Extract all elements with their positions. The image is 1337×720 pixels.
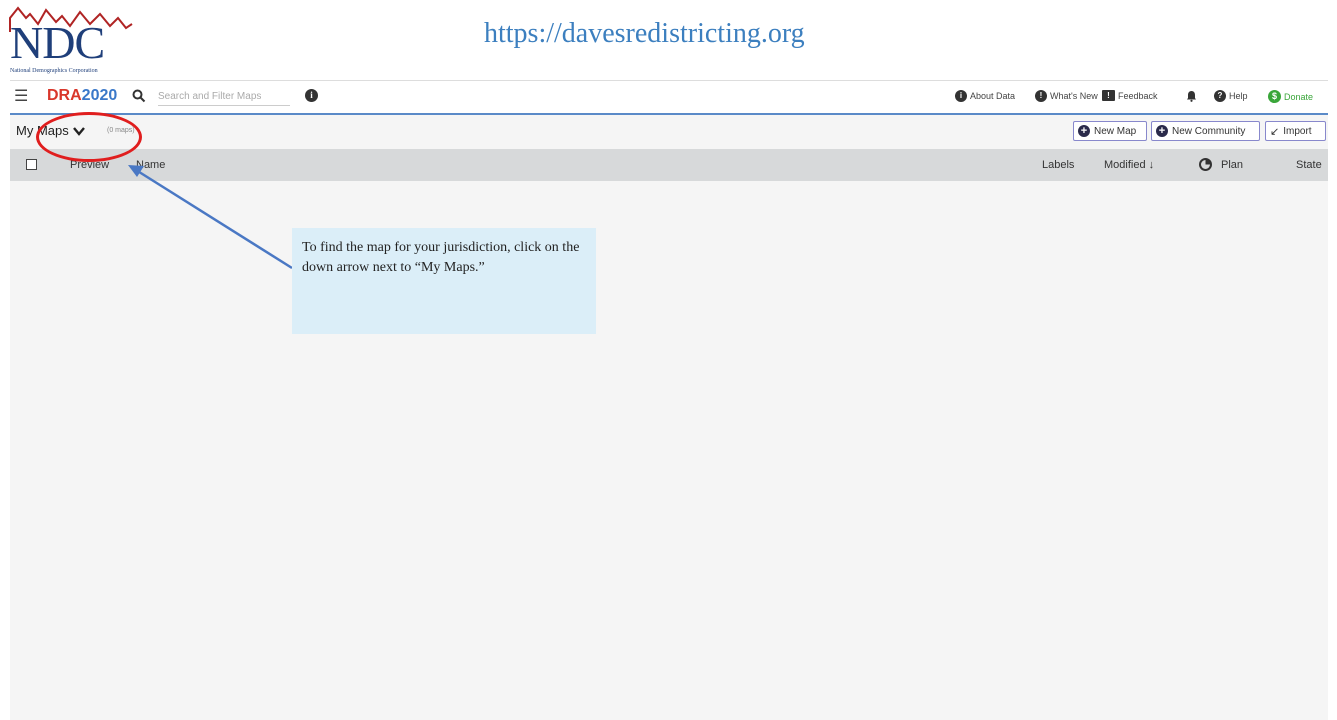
whats-new-label: What's New	[1050, 91, 1098, 101]
about-data-link[interactable]: i About Data	[955, 90, 1015, 102]
column-name[interactable]: Name	[136, 159, 165, 171]
feedback-icon: !	[1102, 90, 1115, 101]
about-data-label: About Data	[970, 91, 1016, 101]
help-label: Help	[1229, 91, 1248, 101]
feedback-label: Feedback	[1118, 90, 1158, 101]
info-icon[interactable]: i	[305, 89, 318, 102]
dra-logo[interactable]: DRA2020	[47, 87, 117, 105]
new-community-button[interactable]: + New Community	[1151, 121, 1260, 141]
new-map-label: New Map	[1094, 125, 1137, 137]
ndc-logo-text: NDC	[10, 17, 105, 68]
donate-label: Donate	[1284, 91, 1314, 102]
select-all-checkbox[interactable]	[26, 159, 37, 170]
whats-new-link[interactable]: ! What's New	[1035, 90, 1098, 102]
top-navbar: ☰ DRA2020 i i About Data ! What's New ! …	[10, 81, 1328, 115]
dra-logo-red: DRA	[47, 87, 82, 104]
compactness-icon[interactable]	[1199, 158, 1212, 171]
hamburger-menu-icon[interactable]: ☰	[14, 89, 28, 105]
maps-table-header: Preview Name Labels Modified ↓ Plan Stat…	[10, 149, 1328, 181]
plus-circle-icon: +	[1078, 125, 1090, 137]
import-button[interactable]: ↙ Import	[1265, 121, 1326, 141]
annotation-callout: To find the map for your jurisdiction, c…	[292, 228, 596, 334]
info-icon: i	[955, 90, 967, 102]
import-label: Import	[1283, 125, 1312, 137]
ndc-logo-subtext: National Demographics Corporation	[10, 68, 98, 74]
feedback-link[interactable]: ! Feedback	[1102, 90, 1158, 101]
megaphone-icon: !	[1035, 90, 1047, 102]
column-plan[interactable]: Plan	[1221, 159, 1243, 171]
bell-icon[interactable]	[1186, 90, 1197, 102]
annotation-highlight-circle	[36, 112, 142, 162]
site-url: https://davesredistricting.org	[484, 18, 805, 49]
help-link[interactable]: ? Help	[1214, 90, 1248, 102]
column-labels[interactable]: Labels	[1042, 159, 1074, 171]
column-modified[interactable]: Modified ↓	[1104, 159, 1154, 171]
plus-circle-icon: +	[1156, 125, 1168, 137]
donate-icon: $	[1268, 90, 1281, 103]
dra-logo-year: 2020	[81, 87, 118, 104]
search-input[interactable]	[158, 87, 290, 106]
new-community-label: New Community	[1172, 125, 1246, 137]
donate-link[interactable]: $ Donate	[1268, 90, 1313, 103]
import-arrow-icon: ↙	[1270, 125, 1280, 138]
maps-toolbar: My Maps (0 maps) + New Map + New Communi…	[10, 115, 1328, 147]
bell-icon-glyph	[1187, 91, 1196, 102]
new-map-button[interactable]: + New Map	[1073, 121, 1147, 141]
column-state[interactable]: State	[1296, 159, 1322, 171]
help-icon: ?	[1214, 90, 1226, 102]
app-window: ☰ DRA2020 i i About Data ! What's New ! …	[10, 80, 1328, 720]
search-icon[interactable]	[132, 89, 146, 103]
